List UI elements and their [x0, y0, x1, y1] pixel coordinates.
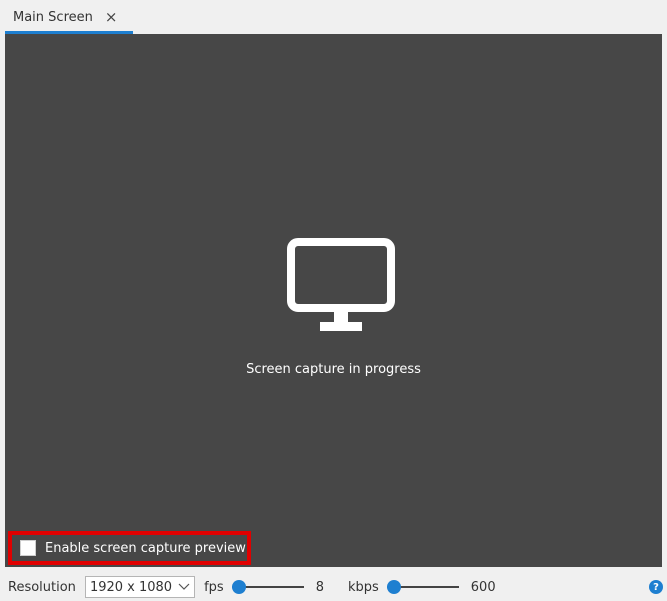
help-icon[interactable]: ?	[649, 580, 663, 594]
tab-main-screen[interactable]: Main Screen ×	[5, 4, 133, 34]
fps-slider[interactable]	[231, 580, 304, 594]
enable-preview-checkbox[interactable]	[20, 540, 36, 556]
close-icon[interactable]: ×	[105, 10, 118, 25]
chevron-down-icon	[178, 581, 190, 594]
status-bar: Resolution 1920 x 1080 fps 8 kbps 600 ?	[0, 573, 667, 601]
screen-capture-preview: Screen capture in progress Enable screen…	[5, 34, 662, 567]
fps-slider-thumb[interactable]	[231, 580, 246, 594]
kbps-label: kbps	[347, 579, 379, 595]
enable-preview-toggle[interactable]: Enable screen capture preview	[8, 531, 251, 565]
kbps-value: 600	[470, 579, 496, 595]
fps-value: 8	[315, 579, 324, 595]
enable-preview-label[interactable]: Enable screen capture preview	[45, 541, 246, 556]
kbps-slider-thumb[interactable]	[386, 580, 401, 594]
kbps-slider[interactable]	[386, 580, 459, 594]
tab-bar: Main Screen ×	[0, 0, 667, 34]
tab-label: Main Screen	[13, 10, 93, 25]
monitor-icon	[287, 238, 395, 331]
resolution-select[interactable]: 1920 x 1080	[84, 576, 196, 598]
capture-status-text: Screen capture in progress	[246, 362, 421, 377]
resolution-value: 1920 x 1080	[89, 579, 173, 595]
resolution-label: Resolution	[8, 579, 76, 595]
fps-label: fps	[204, 579, 224, 595]
